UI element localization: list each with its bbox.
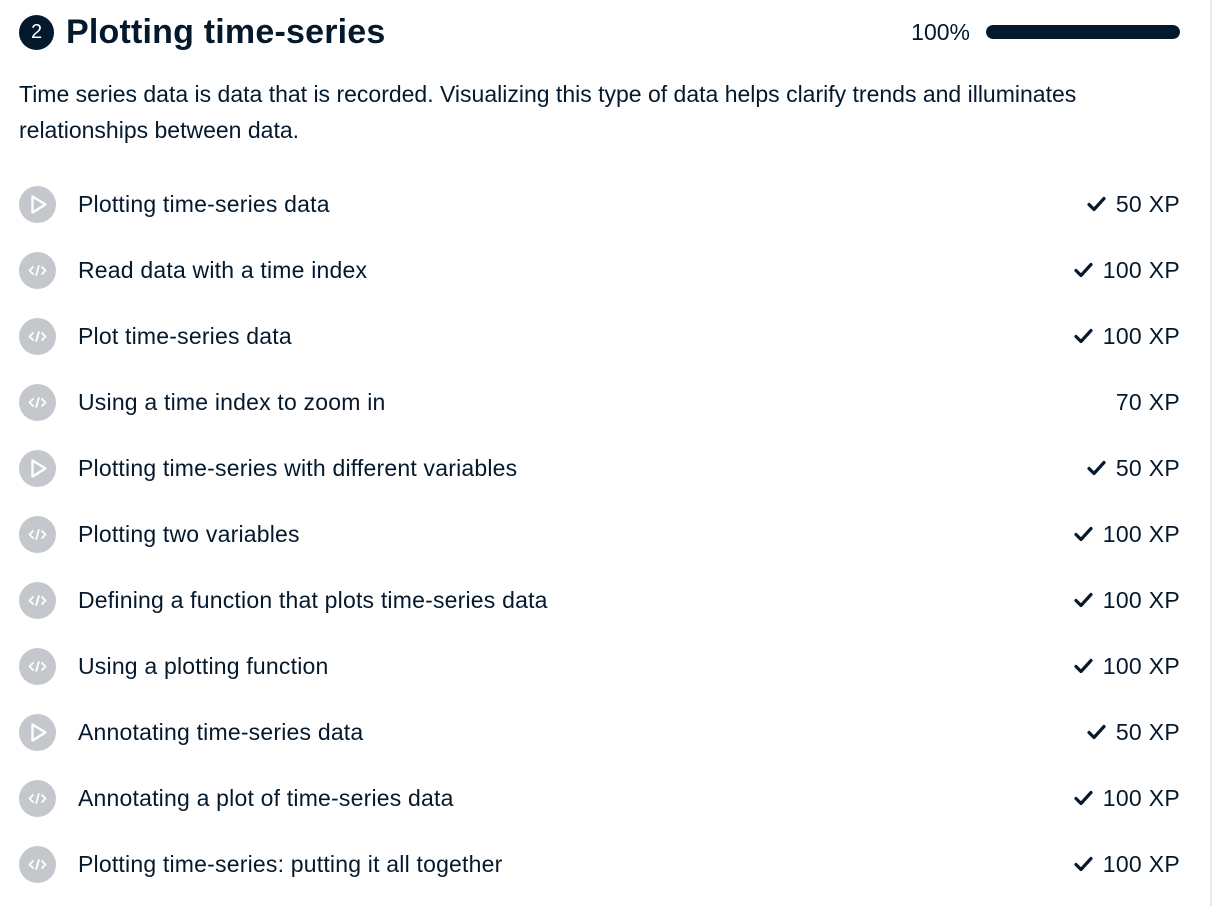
exercise-title[interactable]: Annotating a plot of time-series data — [78, 785, 454, 812]
exercise-title[interactable]: Plotting time-series with different vari… — [78, 455, 517, 482]
xp-value: 100 XP — [1102, 850, 1180, 877]
code-icon — [19, 845, 56, 883]
xp-value: 50 XP — [1115, 190, 1180, 217]
checkmark-icon — [1074, 526, 1093, 542]
exercise-row[interactable]: Using a plotting function 100 XP — [19, 633, 1180, 699]
xp-value: 50 XP — [1115, 718, 1180, 745]
exercise-title[interactable]: Using a plotting function — [78, 653, 329, 680]
exercise-title[interactable]: Defining a function that plots time-seri… — [78, 587, 548, 614]
checkmark-icon — [1087, 724, 1106, 740]
exercise-title[interactable]: Using a time index to zoom in — [78, 389, 386, 416]
chapter-description: Time series data is data that is recorde… — [19, 81, 1077, 143]
exercise-xp: 50 XP — [1087, 455, 1180, 482]
exercise-xp: 100 XP — [1074, 587, 1180, 614]
exercise-row[interactable]: Using a time index to zoom in 70 XP — [19, 369, 1180, 435]
exercise-xp: 100 XP — [1074, 653, 1180, 680]
exercise-xp: 50 XP — [1087, 191, 1180, 218]
exercise-row[interactable]: Annotating time-series data 50 XP — [19, 699, 1180, 765]
xp-value: 100 XP — [1102, 784, 1180, 811]
code-icon — [19, 581, 56, 619]
exercise-row[interactable]: Plotting time-series with different vari… — [19, 435, 1180, 501]
exercise-xp: 100 XP — [1074, 851, 1180, 878]
exercise-row[interactable]: Defining a function that plots time-seri… — [19, 567, 1180, 633]
exercise-title[interactable]: Read data with a time index — [78, 257, 367, 284]
checkmark-icon — [1074, 262, 1093, 278]
xp-value: 50 XP — [1115, 454, 1180, 481]
exercise-xp: 100 XP — [1074, 257, 1180, 284]
code-icon — [19, 317, 56, 355]
exercise-xp: 100 XP — [1074, 785, 1180, 812]
xp-value: 100 XP — [1102, 586, 1180, 613]
exercise-row[interactable]: Plotting time-series: putting it all tog… — [19, 831, 1180, 897]
play-icon — [19, 449, 56, 487]
exercise-title[interactable]: Plot time-series data — [78, 323, 292, 350]
xp-value: 100 XP — [1102, 256, 1180, 283]
exercise-list: Plotting time-series data 50 XP Read dat… — [19, 171, 1180, 897]
chapter-page: 2 Plotting time-series 100% Time series … — [0, 0, 1212, 906]
xp-value: 100 XP — [1102, 652, 1180, 679]
checkmark-icon — [1074, 592, 1093, 608]
exercise-xp: 50 XP — [1087, 719, 1180, 746]
xp-value: 70 XP — [1115, 388, 1180, 415]
exercise-row[interactable]: Read data with a time index 100 XP — [19, 237, 1180, 303]
progress-bar — [986, 25, 1180, 39]
progress-bar-fill — [986, 25, 1180, 39]
exercise-row[interactable]: Plotting two variables 100 XP — [19, 501, 1180, 567]
exercise-xp: 100 XP — [1074, 521, 1180, 548]
exercise-row[interactable]: Plot time-series data 100 XP — [19, 303, 1180, 369]
chapter-title[interactable]: Plotting time-series — [66, 10, 386, 54]
progress-label: 100% — [911, 18, 970, 45]
exercise-row[interactable]: Plotting time-series data 50 XP — [19, 171, 1180, 237]
code-icon — [19, 515, 56, 553]
chapter-number-badge: 2 — [19, 14, 54, 50]
code-icon — [19, 779, 56, 817]
code-icon — [19, 251, 56, 289]
play-icon — [19, 185, 56, 223]
exercise-title[interactable]: Plotting time-series data — [78, 191, 330, 218]
chapter-progress: 100% — [911, 19, 1180, 46]
checkmark-icon — [1087, 196, 1106, 212]
checkmark-icon — [1074, 856, 1093, 872]
exercise-xp: 100 XP — [1074, 323, 1180, 350]
chapter-header: 2 Plotting time-series 100% — [19, 10, 1180, 54]
code-icon — [19, 383, 56, 421]
exercise-title[interactable]: Plotting two variables — [78, 521, 300, 548]
checkmark-icon — [1074, 658, 1093, 674]
exercise-row[interactable]: Annotating a plot of time-series data 10… — [19, 765, 1180, 831]
xp-value: 100 XP — [1102, 520, 1180, 547]
checkmark-icon — [1087, 460, 1106, 476]
xp-value: 100 XP — [1102, 322, 1180, 349]
play-icon — [19, 713, 56, 751]
checkmark-icon — [1074, 328, 1093, 344]
exercise-title[interactable]: Plotting time-series: putting it all tog… — [78, 851, 502, 878]
checkmark-icon — [1074, 790, 1093, 806]
exercise-title[interactable]: Annotating time-series data — [78, 719, 363, 746]
code-icon — [19, 647, 56, 685]
exercise-xp: 70 XP — [1116, 389, 1180, 416]
